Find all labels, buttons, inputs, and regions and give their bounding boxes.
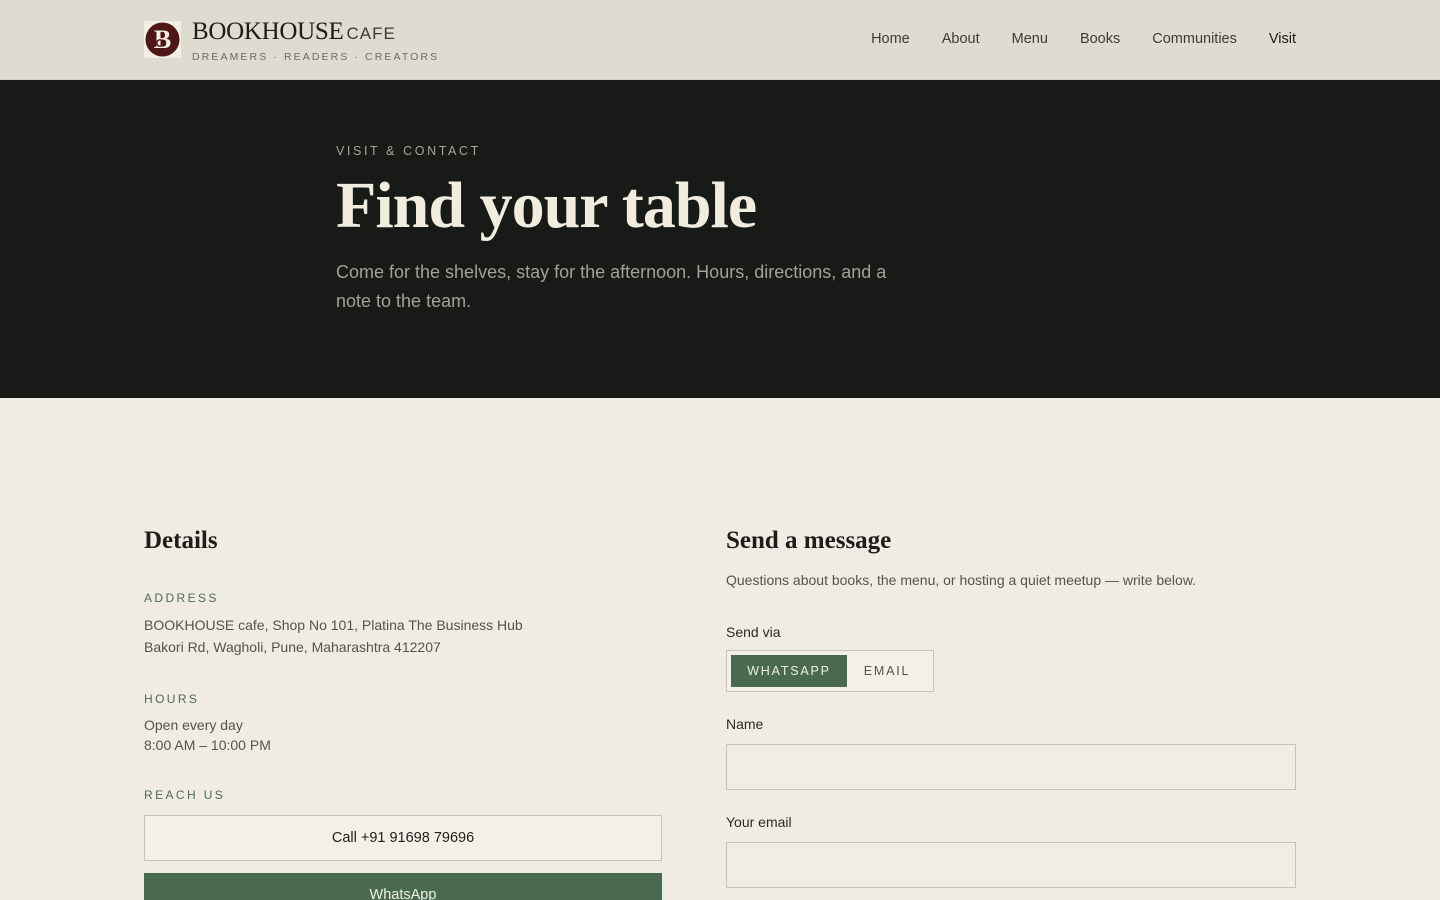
message-title: Send a message [726, 527, 892, 554]
nav-visit[interactable]: Visit [1269, 31, 1296, 47]
svg-text:B: B [154, 25, 171, 54]
address-label: ADDRESS [144, 591, 219, 605]
nav-communities[interactable]: Communities [1152, 31, 1237, 47]
reach-us-label: REACH US [144, 788, 226, 802]
logo-icon[interactable]: B [144, 21, 181, 58]
brand[interactable]: BOOKHOUSE CAFE DREAMERS · READERS · CREAT… [192, 18, 439, 63]
call-button[interactable]: Call +91 91698 79696 [144, 815, 662, 861]
nav-menu[interactable]: Menu [1012, 31, 1048, 47]
email-input[interactable] [726, 842, 1296, 888]
send-via-email-option[interactable]: EMAIL [847, 655, 927, 687]
brand-tagline: DREAMERS · READERS · CREATORS [192, 51, 440, 63]
brand-suffix: CAFE [346, 24, 396, 43]
send-via-whatsapp-option[interactable]: WHATSAPP [731, 655, 847, 687]
name-label: Name [726, 716, 764, 732]
hours-line-2: 8:00 AM – 10:00 PM [144, 737, 271, 753]
site-header: B BOOKHOUSE CAFE DREAMERS · READERS · CRE… [0, 0, 1440, 80]
email-label: Your email [726, 814, 792, 830]
send-via-label: Send via [726, 624, 781, 640]
hero-eyebrow: VISIT & CONTACT [336, 144, 481, 158]
page-title: Find your table [336, 169, 757, 242]
send-via-toggle: WHATSAPP EMAIL [726, 650, 934, 692]
main-nav: Home About Menu Books Communities Visit [871, 31, 1296, 47]
details-title: Details [144, 527, 218, 554]
nav-home[interactable]: Home [871, 31, 910, 47]
message-intro: Questions about books, the menu, or host… [726, 572, 1197, 588]
hours-label: HOURS [144, 692, 200, 706]
nav-books[interactable]: Books [1080, 31, 1120, 47]
nav-about[interactable]: About [942, 31, 980, 47]
hero-subtitle: Come for the shelves, stay for the after… [336, 262, 887, 311]
hours-line-1: Open every day [144, 717, 243, 733]
whatsapp-button[interactable]: WhatsApp [144, 873, 662, 900]
brand-name: BOOKHOUSE [192, 18, 344, 45]
address-line-1: BOOKHOUSE cafe, Shop No 101, Platina The… [144, 617, 523, 633]
hero-section: VISIT & CONTACT Find your table Come for… [0, 80, 1440, 398]
name-input[interactable] [726, 744, 1296, 790]
address-line-2: Bakori Rd, Wagholi, Pune, Maharashtra 41… [144, 639, 441, 655]
